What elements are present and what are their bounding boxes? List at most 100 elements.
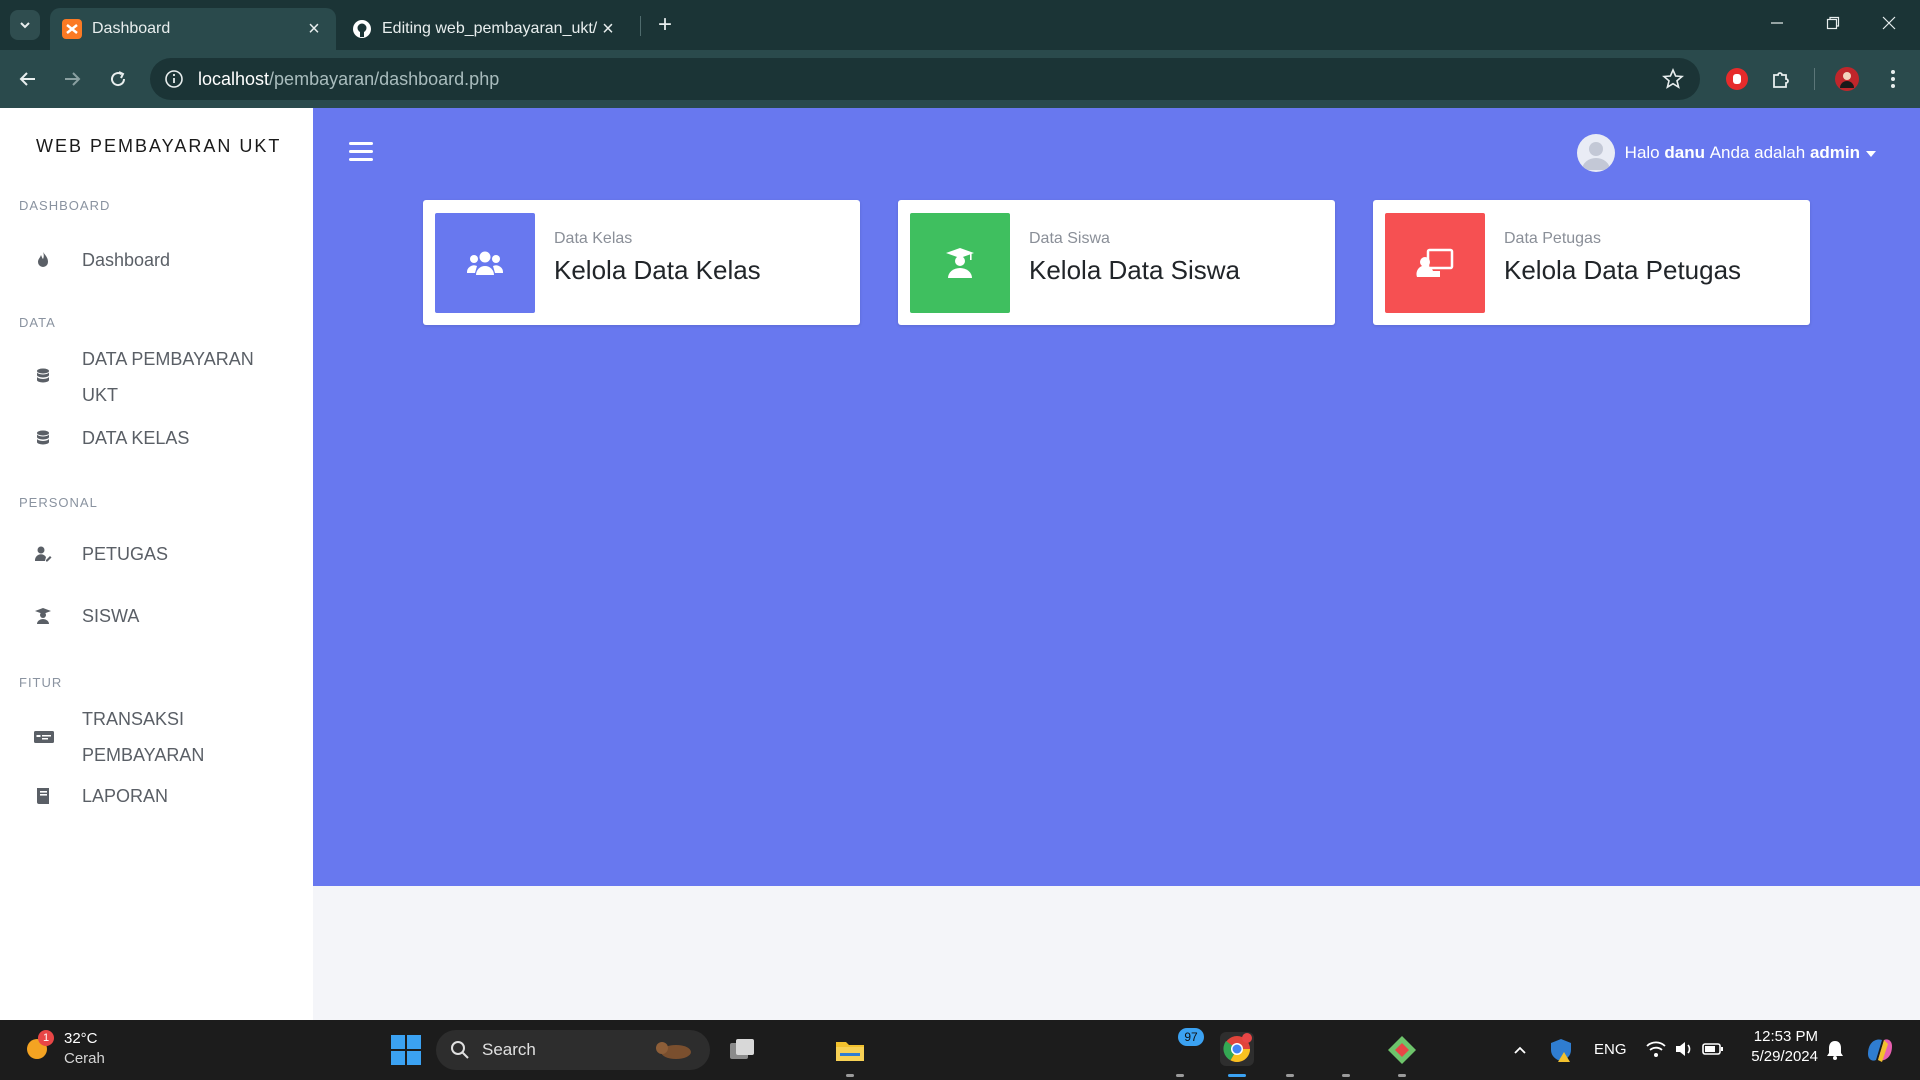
- windows-taskbar: 1 32°C Cerah Search 97 ENG 12:53 PM 5/29…: [0, 1020, 1920, 1080]
- card-title: Kelola Data Petugas: [1504, 255, 1742, 285]
- minimize-icon: [1771, 22, 1783, 24]
- chevron-up-icon[interactable]: [1512, 1042, 1528, 1058]
- clock-date: 5/29/2024: [1751, 1048, 1818, 1065]
- browser-tab-bar: Dashboard × Editing web_pembayaran_ukt/R…: [0, 0, 1920, 50]
- user-graduate-icon: [35, 608, 51, 624]
- file-explorer-button[interactable]: [834, 1034, 866, 1066]
- restore-button[interactable]: [1810, 8, 1856, 40]
- tab-title: Dashboard: [92, 20, 171, 37]
- arrow-left-icon: [19, 72, 35, 86]
- brand-title[interactable]: WEB PEMBAYARAN UKT: [36, 136, 281, 157]
- sidebar-item-petugas[interactable]: PETUGAS: [0, 536, 313, 576]
- tab-github-editing[interactable]: Editing web_pembayaran_ukt/R ×: [340, 8, 630, 50]
- sidebar-item-label: PETUGAS: [82, 544, 169, 564]
- card-kelola-data-kelas[interactable]: Data Kelas Kelola Data Kelas: [423, 200, 860, 325]
- search-icon: [451, 1041, 469, 1059]
- forward-button[interactable]: [56, 63, 88, 95]
- reload-icon: [111, 71, 126, 87]
- clock[interactable]: 12:53 PM 5/29/2024: [1746, 1028, 1818, 1072]
- database-icon: [37, 430, 49, 445]
- user-dropdown-toggle[interactable]: Halo danu Anda adalah admin: [1576, 134, 1876, 172]
- caret-down-icon: [1866, 151, 1876, 157]
- sidebar-item-transaksi-pembayaran[interactable]: TRANSAKSI PEMBAYARAN: [0, 701, 313, 773]
- card-kelola-data-petugas[interactable]: Data Petugas Kelola Data Petugas: [1373, 200, 1810, 325]
- battery-icon[interactable]: [1702, 1041, 1724, 1057]
- kebab-menu-icon: [1891, 70, 1895, 88]
- section-title-dashboard: DASHBOARD: [19, 198, 111, 213]
- extension-adblock-button[interactable]: [1722, 64, 1752, 94]
- task-view-button[interactable]: [726, 1034, 758, 1066]
- address-bar[interactable]: localhost/pembayaran/dashboard.php: [150, 58, 1700, 100]
- clock-time: 12:53 PM: [1753, 1028, 1818, 1045]
- close-tab-icon[interactable]: ×: [598, 19, 618, 39]
- taskbar-running-indicator: [1286, 1074, 1294, 1077]
- notification-bell-icon[interactable]: [1826, 1040, 1844, 1060]
- user-graduate-icon: [946, 248, 974, 278]
- sidebar-toggle-button[interactable]: [349, 142, 373, 162]
- weather-desc: Cerah: [64, 1050, 105, 1067]
- hamburger-bar: [349, 142, 373, 145]
- sidebar-item-label: SISWA: [82, 606, 140, 626]
- arrow-right-icon: [65, 72, 81, 86]
- taskbar-search-box[interactable]: Search: [436, 1030, 710, 1070]
- card-icon-box: [435, 213, 535, 313]
- sidebar: WEB PEMBAYARAN UKT DASHBOARD Dashboard D…: [0, 108, 313, 1020]
- sidebar-item-label: TRANSAKSI PEMBAYARAN: [82, 709, 205, 765]
- tab-search-button[interactable]: [10, 10, 40, 40]
- taskbar-running-indicator: [1398, 1074, 1406, 1077]
- copilot-icon[interactable]: [1864, 1034, 1896, 1066]
- back-button[interactable]: [12, 63, 44, 95]
- app-diamond-icon: [1388, 1036, 1416, 1064]
- close-window-button[interactable]: [1866, 8, 1912, 40]
- browser-toolbar: localhost/pembayaran/dashboard.php: [0, 50, 1920, 108]
- hand-stop-icon: [1726, 68, 1748, 90]
- sidebar-item-siswa[interactable]: SISWA: [0, 598, 313, 638]
- task-view-icon: [730, 1039, 754, 1059]
- weather-widget[interactable]: 1 32°C Cerah: [22, 1028, 122, 1072]
- card-kelola-data-siswa[interactable]: Data Siswa Kelola Data Siswa: [898, 200, 1335, 325]
- hamburger-bar: [349, 158, 373, 161]
- site-info-icon[interactable]: [164, 69, 184, 89]
- minimize-button[interactable]: [1754, 8, 1800, 40]
- sidebar-item-laporan[interactable]: LAPORAN: [0, 778, 313, 818]
- chalkboard-teacher-icon: [1416, 248, 1454, 277]
- fire-icon: [38, 252, 48, 267]
- hamburger-bar: [349, 150, 373, 153]
- page-viewport: WEB PEMBAYARAN UKT DASHBOARD Dashboard D…: [0, 108, 1920, 1020]
- role-prefix: Anda adalah: [1709, 143, 1806, 162]
- input-language[interactable]: ENG: [1594, 1041, 1627, 1058]
- section-title-data: DATA: [19, 315, 56, 330]
- greeting-text: Halo: [1624, 143, 1660, 162]
- close-icon: [1882, 16, 1896, 30]
- profile-button[interactable]: [1832, 64, 1862, 94]
- sidebar-item-data-kelas[interactable]: DATA KELAS: [0, 420, 313, 460]
- reload-button[interactable]: [102, 63, 134, 95]
- sidebar-item-data-pembayaran-ukt[interactable]: DATA PEMBAYARAN UKT: [0, 341, 313, 413]
- url-path: /pembayaran/dashboard.php: [269, 68, 500, 89]
- browser-menu-button[interactable]: [1878, 64, 1908, 94]
- speaker-icon[interactable]: [1674, 1040, 1694, 1058]
- close-tab-icon[interactable]: ×: [304, 19, 324, 39]
- wifi-icon[interactable]: [1646, 1040, 1666, 1058]
- users-icon: [466, 251, 504, 275]
- app-taskbar-button[interactable]: [1386, 1034, 1418, 1066]
- chevron-down-icon: [20, 22, 30, 29]
- url-host: localhost: [198, 68, 270, 89]
- money-check-icon: [34, 731, 54, 743]
- chrome-icon: [1223, 1033, 1252, 1063]
- tab-dashboard[interactable]: Dashboard ×: [50, 8, 336, 50]
- search-label: Search: [482, 1040, 536, 1059]
- start-button[interactable]: [390, 1034, 422, 1066]
- card-title: Kelola Data Kelas: [554, 255, 761, 285]
- bookmark-star-icon[interactable]: [1662, 68, 1684, 90]
- user-edit-icon: [34, 546, 52, 562]
- profile-avatar-icon: [1835, 67, 1859, 91]
- taskbar-running-indicator: [1342, 1074, 1350, 1077]
- sidebar-item-dashboard[interactable]: Dashboard: [0, 242, 313, 282]
- security-shield-icon[interactable]: [1550, 1038, 1572, 1062]
- new-tab-button[interactable]: +: [650, 10, 680, 40]
- chrome-taskbar-button[interactable]: [1220, 1032, 1254, 1066]
- weather-temp: 32°C: [64, 1030, 98, 1047]
- restore-icon: [1826, 16, 1840, 30]
- extensions-button[interactable]: [1766, 64, 1796, 94]
